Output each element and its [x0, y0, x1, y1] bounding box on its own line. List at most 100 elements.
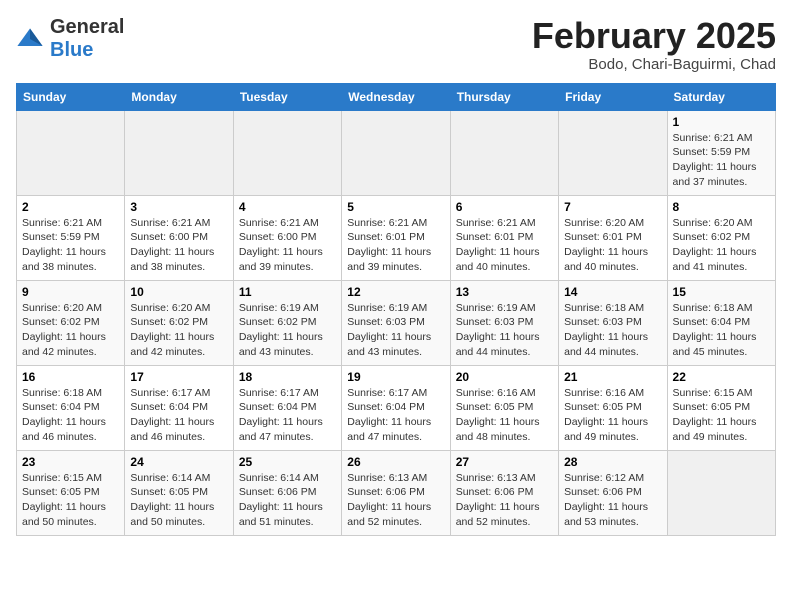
day-number: 16	[22, 370, 119, 384]
day-number: 18	[239, 370, 336, 384]
day-number: 3	[130, 200, 227, 214]
calendar-cell: 7Sunrise: 6:20 AM Sunset: 6:01 PM Daylig…	[559, 195, 667, 280]
day-number: 2	[22, 200, 119, 214]
calendar-cell: 10 Sunrise: 6:20 AM Sunset: 6:02 PM Dayli…	[125, 280, 233, 365]
calendar-cell: 23 Sunrise: 6:15 AM Sunset: 6:05 PM Dayli…	[17, 450, 125, 535]
calendar-cell: 13 Sunrise: 6:19 AM Sunset: 6:03 PM Dayli…	[450, 280, 558, 365]
day-info: Sunrise: 6:18 AM Sunset: 6:04 PM Dayligh…	[22, 386, 119, 445]
location: Bodo, Chari-Baguirmi, Chad	[532, 56, 776, 73]
day-number: 27	[456, 455, 553, 469]
calendar-cell: 6 Sunrise: 6:21 AM Sunset: 6:01 PM Daylig…	[450, 195, 558, 280]
day-info: Sunrise: 6:21 AM Sunset: 5:59 PM Dayligh…	[673, 131, 770, 190]
day-info: Sunrise: 6:13 AM Sunset: 6:06 PM Dayligh…	[456, 471, 553, 530]
calendar-cell: 1 Sunrise: 6:21 AM Sunset: 5:59 PM Daylig…	[667, 110, 775, 195]
weekday-header-saturday: Saturday	[667, 83, 775, 110]
day-info: Sunrise: 6:21 AM Sunset: 6:01 PM Dayligh…	[456, 216, 553, 275]
day-info: Sunrise: 6:13 AM Sunset: 6:06 PM Dayligh…	[347, 471, 444, 530]
day-number: 24	[130, 455, 227, 469]
calendar-cell: 17 Sunrise: 6:17 AM Sunset: 6:04 PM Dayli…	[125, 365, 233, 450]
calendar-cell	[17, 110, 125, 195]
calendar-cell: 20 Sunrise: 6:16 AM Sunset: 6:05 PM Dayli…	[450, 365, 558, 450]
week-row-4: 16 Sunrise: 6:18 AM Sunset: 6:04 PM Dayli…	[17, 365, 776, 450]
weekday-header-row: SundayMondayTuesdayWednesdayThursdayFrid…	[17, 83, 776, 110]
day-number: 26	[347, 455, 444, 469]
day-number: 11	[239, 285, 336, 299]
day-info: Sunrise: 6:18 AM Sunset: 6:04 PM Dayligh…	[673, 301, 770, 360]
calendar-cell: 8 Sunrise: 6:20 AM Sunset: 6:02 PM Daylig…	[667, 195, 775, 280]
day-number: 17	[130, 370, 227, 384]
day-info: Sunrise: 6:20 AM Sunset: 6:01 PM Dayligh…	[564, 216, 661, 275]
day-number: 28	[564, 455, 661, 469]
day-info: Sunrise: 6:14 AM Sunset: 6:05 PM Dayligh…	[130, 471, 227, 530]
calendar-cell: 2 Sunrise: 6:21 AM Sunset: 5:59 PM Daylig…	[17, 195, 125, 280]
day-info: Sunrise: 6:17 AM Sunset: 6:04 PM Dayligh…	[239, 386, 336, 445]
day-number: 19	[347, 370, 444, 384]
page-header: General Blue February 2025 Bodo, Chari-B…	[16, 16, 776, 73]
calendar-cell: 16 Sunrise: 6:18 AM Sunset: 6:04 PM Dayli…	[17, 365, 125, 450]
day-number: 20	[456, 370, 553, 384]
day-info: Sunrise: 6:21 AM Sunset: 6:00 PM Dayligh…	[130, 216, 227, 275]
calendar-cell: 27 Sunrise: 6:13 AM Sunset: 6:06 PM Dayli…	[450, 450, 558, 535]
day-number: 8	[673, 200, 770, 214]
title-block: February 2025 Bodo, Chari-Baguirmi, Chad	[532, 16, 776, 73]
day-number: 15	[673, 285, 770, 299]
day-info: Sunrise: 6:15 AM Sunset: 6:05 PM Dayligh…	[22, 471, 119, 530]
day-number: 5	[347, 200, 444, 214]
day-info: Sunrise: 6:19 AM Sunset: 6:03 PM Dayligh…	[347, 301, 444, 360]
day-number: 13	[456, 285, 553, 299]
day-info: Sunrise: 6:19 AM Sunset: 6:03 PM Dayligh…	[456, 301, 553, 360]
week-row-1: 1 Sunrise: 6:21 AM Sunset: 5:59 PM Daylig…	[17, 110, 776, 195]
day-info: Sunrise: 6:20 AM Sunset: 6:02 PM Dayligh…	[22, 301, 119, 360]
day-info: Sunrise: 6:20 AM Sunset: 6:02 PM Dayligh…	[130, 301, 227, 360]
weekday-header-friday: Friday	[559, 83, 667, 110]
day-number: 23	[22, 455, 119, 469]
week-row-2: 2 Sunrise: 6:21 AM Sunset: 5:59 PM Daylig…	[17, 195, 776, 280]
calendar-cell: 18 Sunrise: 6:17 AM Sunset: 6:04 PM Dayli…	[233, 365, 341, 450]
day-info: Sunrise: 6:21 AM Sunset: 5:59 PM Dayligh…	[22, 216, 119, 275]
logo-icon	[16, 25, 44, 53]
day-info: Sunrise: 6:20 AM Sunset: 6:02 PM Dayligh…	[673, 216, 770, 275]
calendar-cell: 22 Sunrise: 6:15 AM Sunset: 6:05 PM Dayli…	[667, 365, 775, 450]
calendar-cell	[342, 110, 450, 195]
week-row-3: 9Sunrise: 6:20 AM Sunset: 6:02 PM Daylig…	[17, 280, 776, 365]
day-info: Sunrise: 6:16 AM Sunset: 6:05 PM Dayligh…	[456, 386, 553, 445]
day-info: Sunrise: 6:19 AM Sunset: 6:02 PM Dayligh…	[239, 301, 336, 360]
day-number: 22	[673, 370, 770, 384]
week-row-5: 23 Sunrise: 6:15 AM Sunset: 6:05 PM Dayli…	[17, 450, 776, 535]
logo: General Blue	[16, 16, 124, 62]
day-info: Sunrise: 6:17 AM Sunset: 6:04 PM Dayligh…	[347, 386, 444, 445]
day-number: 25	[239, 455, 336, 469]
day-number: 6	[456, 200, 553, 214]
calendar-cell: 25 Sunrise: 6:14 AM Sunset: 6:06 PM Dayli…	[233, 450, 341, 535]
calendar-cell	[559, 110, 667, 195]
calendar-cell	[125, 110, 233, 195]
day-info: Sunrise: 6:18 AM Sunset: 6:03 PM Dayligh…	[564, 301, 661, 360]
calendar-cell: 12Sunrise: 6:19 AM Sunset: 6:03 PM Dayli…	[342, 280, 450, 365]
day-info: Sunrise: 6:14 AM Sunset: 6:06 PM Dayligh…	[239, 471, 336, 530]
day-info: Sunrise: 6:21 AM Sunset: 6:01 PM Dayligh…	[347, 216, 444, 275]
calendar-cell	[450, 110, 558, 195]
day-number: 1	[673, 115, 770, 129]
calendar-cell: 28 Sunrise: 6:12 AM Sunset: 6:06 PM Dayli…	[559, 450, 667, 535]
day-info: Sunrise: 6:15 AM Sunset: 6:05 PM Dayligh…	[673, 386, 770, 445]
calendar-cell: 19 Sunrise: 6:17 AM Sunset: 6:04 PM Dayli…	[342, 365, 450, 450]
weekday-header-monday: Monday	[125, 83, 233, 110]
day-info: Sunrise: 6:17 AM Sunset: 6:04 PM Dayligh…	[130, 386, 227, 445]
weekday-header-sunday: Sunday	[17, 83, 125, 110]
calendar-cell: 3 Sunrise: 6:21 AM Sunset: 6:00 PM Daylig…	[125, 195, 233, 280]
calendar-cell: 14Sunrise: 6:18 AM Sunset: 6:03 PM Dayli…	[559, 280, 667, 365]
weekday-header-thursday: Thursday	[450, 83, 558, 110]
calendar-cell	[233, 110, 341, 195]
day-info: Sunrise: 6:12 AM Sunset: 6:06 PM Dayligh…	[564, 471, 661, 530]
month-year: February 2025	[532, 16, 776, 56]
calendar-cell: 24 Sunrise: 6:14 AM Sunset: 6:05 PM Dayli…	[125, 450, 233, 535]
calendar-cell: 11 Sunrise: 6:19 AM Sunset: 6:02 PM Dayli…	[233, 280, 341, 365]
weekday-header-tuesday: Tuesday	[233, 83, 341, 110]
day-info: Sunrise: 6:21 AM Sunset: 6:00 PM Dayligh…	[239, 216, 336, 275]
calendar-cell: 5 Sunrise: 6:21 AM Sunset: 6:01 PM Daylig…	[342, 195, 450, 280]
calendar-cell: 4Sunrise: 6:21 AM Sunset: 6:00 PM Daylig…	[233, 195, 341, 280]
day-number: 10	[130, 285, 227, 299]
calendar-cell: 9Sunrise: 6:20 AM Sunset: 6:02 PM Daylig…	[17, 280, 125, 365]
logo-blue: Blue	[50, 39, 124, 62]
day-info: Sunrise: 6:16 AM Sunset: 6:05 PM Dayligh…	[564, 386, 661, 445]
